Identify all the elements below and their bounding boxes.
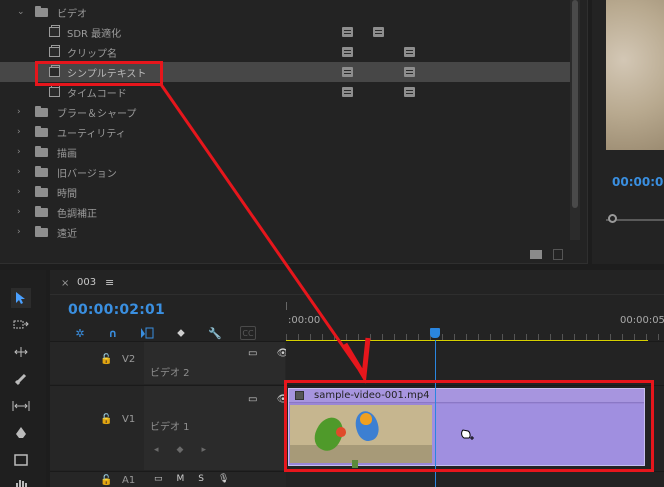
chevron-right-icon[interactable]: › xyxy=(17,167,25,177)
effect-label: クリップ名 xyxy=(67,48,117,60)
track-header-a1[interactable]: 🔓 A1 ▭MS🎙 xyxy=(50,471,286,487)
accelerated-effect-badge-icon xyxy=(342,87,353,97)
rectangle-tool-icon[interactable] xyxy=(11,450,31,470)
razor-tool-icon[interactable] xyxy=(11,369,31,389)
track-name-box: ▭ 👁 ビデオ 1 ◂◆▸ xyxy=(144,386,289,470)
32bit-badge-icon xyxy=(373,27,384,37)
folder-label: ビデオ xyxy=(57,8,87,20)
close-icon[interactable]: × xyxy=(61,278,69,289)
effect-item-sdr[interactable]: SDR 最適化 xyxy=(0,22,570,42)
track-header-v1[interactable]: 🔓 V1 ▭ 👁 ビデオ 1 ◂◆▸ xyxy=(50,385,289,470)
folder-icon xyxy=(35,145,48,157)
effect-item-clip-name[interactable]: クリップ名 xyxy=(0,42,570,62)
folder-utility[interactable]: › ユーティリティ xyxy=(0,122,570,142)
folder-blur-sharpen[interactable]: › ブラー＆シャープ xyxy=(0,102,570,122)
folder-label: 色調補正 xyxy=(57,208,97,220)
accelerated-effect-badge-icon xyxy=(342,47,353,57)
folder-obsolete[interactable]: › 旧バージョン xyxy=(0,162,570,182)
track-name: ビデオ 2 xyxy=(150,368,190,379)
chevron-right-icon[interactable]: › xyxy=(17,127,25,137)
track-id: V1 xyxy=(122,414,136,425)
lock-icon[interactable]: 🔓 xyxy=(100,475,112,486)
folder-label: ブラー＆シャープ xyxy=(57,108,137,120)
yuv-badge-icon xyxy=(404,47,415,57)
folder-icon xyxy=(35,205,48,217)
panel-menu-icon[interactable]: ≡ xyxy=(105,276,114,289)
folder-label: 時間 xyxy=(57,188,77,200)
folder-icon xyxy=(35,165,48,177)
folder-label: 旧バージョン xyxy=(57,168,117,180)
snap-icon[interactable]: ∩ xyxy=(105,326,121,340)
folder-icon xyxy=(35,5,48,17)
folder-time[interactable]: › 時間 xyxy=(0,182,570,202)
folder-label: ユーティリティ xyxy=(57,128,126,140)
folder-icon xyxy=(35,185,48,197)
track-name-box: ▭ 👁 ビデオ 2 xyxy=(144,342,289,384)
folder-video[interactable]: ⌄ ビデオ xyxy=(0,2,570,22)
trash-icon[interactable] xyxy=(553,249,563,260)
effect-label: SDR 最適化 xyxy=(67,28,122,40)
folder-icon xyxy=(35,125,48,137)
folder-perspective[interactable]: › 遠近 xyxy=(0,222,570,242)
tools-panel xyxy=(0,270,46,487)
effect-label: タイムコード xyxy=(67,88,127,100)
effects-scrollbar[interactable] xyxy=(570,0,580,240)
ruler-end-label: 00:00:05 xyxy=(620,315,664,326)
yuv-badge-icon xyxy=(404,67,415,77)
folder-label: 描画 xyxy=(57,148,77,160)
ripple-edit-tool-icon[interactable] xyxy=(11,342,31,362)
keyframe-nav-icons[interactable]: ◂◆▸ xyxy=(154,445,224,455)
lock-icon[interactable]: 🔓 xyxy=(100,414,112,425)
chevron-down-icon[interactable]: ⌄ xyxy=(17,7,25,17)
effects-panel: ⌄ ビデオ SDR 最適化 クリップ名 シンプルテキスト タイムコード › ブラ… xyxy=(0,0,588,264)
tab-divider xyxy=(50,294,664,295)
track-id: V2 xyxy=(122,354,136,365)
nest-toggle-icon[interactable]: ✲ xyxy=(72,326,88,340)
hand-tool-icon[interactable] xyxy=(11,474,31,487)
folder-color-correction[interactable]: › 色調補正 xyxy=(0,202,570,222)
track-area-v2[interactable] xyxy=(286,341,664,384)
accelerated-effect-badge-icon xyxy=(342,67,353,77)
selection-tool-icon[interactable] xyxy=(11,288,31,308)
video-preview xyxy=(606,0,664,150)
effect-icon xyxy=(49,25,60,37)
add-marker-icon[interactable]: ⬥ xyxy=(173,326,189,340)
folder-generate[interactable]: › 描画 xyxy=(0,142,570,162)
ruler-start-label: :00:00 xyxy=(288,315,321,326)
effect-icon xyxy=(49,85,60,97)
track-area-a1[interactable] xyxy=(286,471,664,487)
pen-tool-icon[interactable] xyxy=(11,423,31,443)
track-select-tool-icon[interactable] xyxy=(11,315,31,335)
chevron-right-icon[interactable]: › xyxy=(17,207,25,217)
captions-icon[interactable]: CC xyxy=(240,326,256,340)
sequence-tab-name[interactable]: 003 xyxy=(77,277,96,288)
linked-selection-icon[interactable] xyxy=(139,326,155,340)
lock-icon[interactable]: 🔓 xyxy=(100,354,112,365)
chevron-right-icon[interactable]: › xyxy=(17,187,25,197)
settings-wrench-icon[interactable]: 🔧 xyxy=(207,326,223,340)
folder-icon xyxy=(35,225,48,237)
monitor-playhead-handle[interactable] xyxy=(608,214,617,223)
track-id: A1 xyxy=(122,475,136,486)
monitor-timecode[interactable]: 00:00:02 xyxy=(612,175,664,189)
folder-icon xyxy=(35,105,48,117)
track-header-v2[interactable]: 🔓 V2 ▭ 👁 ビデオ 2 xyxy=(50,341,289,384)
folder-label: 遠近 xyxy=(57,228,77,240)
chevron-right-icon[interactable]: › xyxy=(17,147,25,157)
track-name: ビデオ 1 xyxy=(150,422,190,433)
effect-icon xyxy=(49,45,60,57)
yuv-badge-icon xyxy=(404,87,415,97)
annotation-highlight-effect xyxy=(35,61,163,86)
audio-track-icons[interactable]: ▭MS🎙 xyxy=(154,474,243,484)
chevron-right-icon[interactable]: › xyxy=(17,107,25,117)
accelerated-effect-badge-icon xyxy=(342,27,353,37)
annotation-highlight-clip xyxy=(284,380,654,472)
timeline-timecode[interactable]: 00:00:02:01 xyxy=(68,302,165,318)
time-ruler[interactable]: :00:00 00:00:05 xyxy=(286,298,664,346)
playhead-handle[interactable] xyxy=(430,328,440,338)
slip-tool-icon[interactable] xyxy=(11,396,31,416)
program-monitor: 00:00:02 xyxy=(592,0,664,264)
new-bin-icon[interactable] xyxy=(530,250,542,259)
chevron-right-icon[interactable]: › xyxy=(17,227,25,237)
